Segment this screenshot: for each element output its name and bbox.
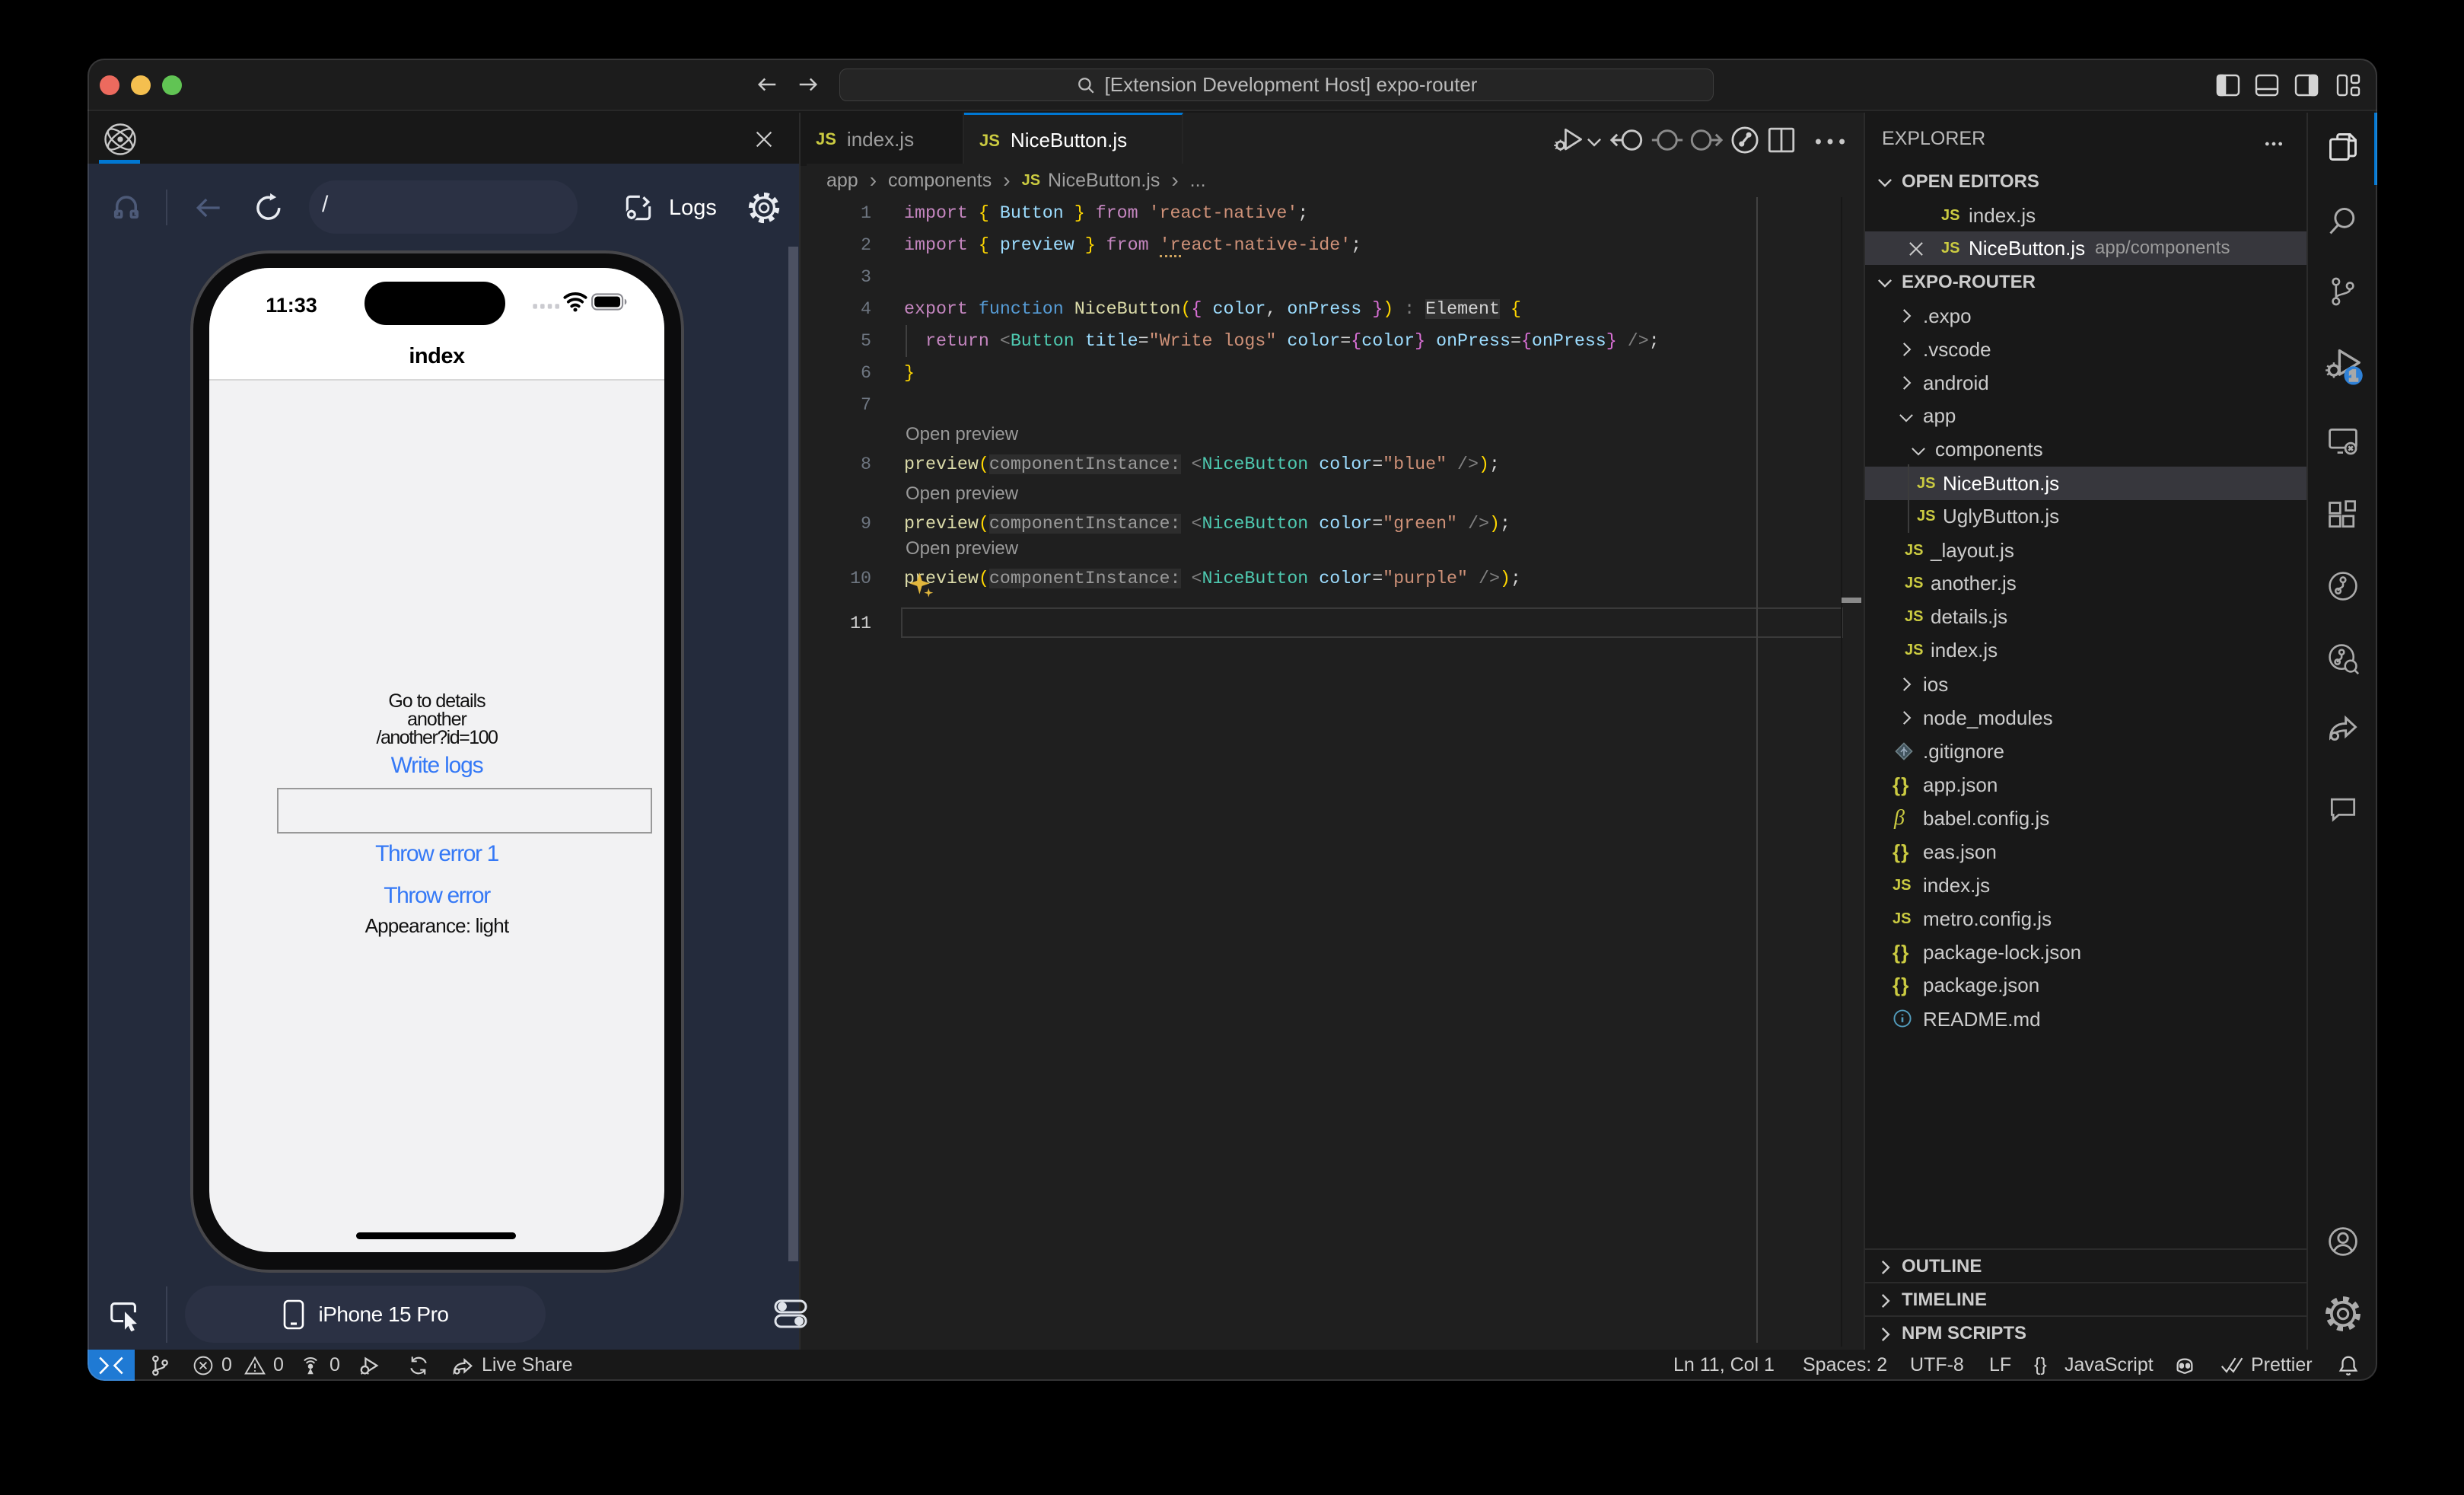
svg-text:1: 1 xyxy=(2349,368,2357,384)
